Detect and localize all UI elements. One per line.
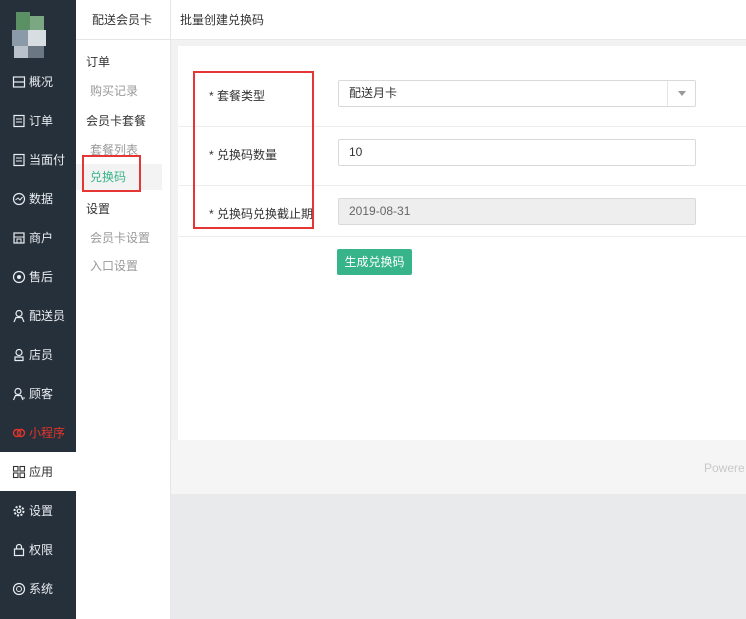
sidebar-item-label: 店员 [29,348,54,362]
data-icon [12,192,26,206]
order-icon [12,114,26,128]
sidebar-item-settings[interactable]: 设置 [0,491,76,530]
main-sidebar: 概况 订单 当面付 数据 商户 售后 配送员 店员 顾客 小程序 应用 设置 权… [0,0,76,619]
mini-program-icon [12,426,26,440]
generate-codes-button[interactable]: 生成兑换码 [337,249,412,275]
footer-band [171,440,746,494]
row-divider [178,236,746,237]
apps-icon [12,465,26,479]
courier-icon [12,309,26,323]
sidebar-item-overview[interactable]: 概况 [0,62,76,101]
sidebar-item-customer[interactable]: 顾客 [0,374,76,413]
deadline-input: 2019-08-31 [338,198,696,225]
sidebar-item-face-pay[interactable]: 当面付 [0,140,76,179]
submenu-title: 配送会员卡 [76,0,171,40]
overview-icon [12,75,26,89]
sidebar-item-system[interactable]: 系统 [0,569,76,608]
quantity-input[interactable]: 10 [338,139,696,166]
powered-by-text: Powere [704,461,745,475]
customer-icon [12,387,26,401]
sidebar-item-label: 权限 [29,543,54,557]
package-type-select[interactable]: 配送月卡 [338,80,696,107]
sidebar-item-store[interactable]: 商户 [0,218,76,257]
system-icon [12,582,26,596]
store-icon [12,231,26,245]
sidebar-item-clerk[interactable]: 店员 [0,335,76,374]
sidebar-item-courier[interactable]: 配送员 [0,296,76,335]
after-sales-icon [12,270,26,284]
submenu-group-orders: 订单 [86,55,111,69]
sidebar-item-data[interactable]: 数据 [0,179,76,218]
sidebar-item-mini-program[interactable]: 小程序 [0,413,76,452]
sidebar-item-apps[interactable]: 应用 [0,452,76,491]
page-header: 批量创建兑换码 [171,0,746,40]
sidebar-item-label: 售后 [29,270,54,284]
sidebar-item-orders[interactable]: 订单 [0,101,76,140]
sidebar-item-label: 系统 [29,582,54,596]
submenu-group-packages: 会员卡套餐 [86,114,147,128]
secondary-menu: 配送会员卡 订单 购买记录 会员卡套餐 套餐列表 兑换码 设置 会员卡设置 入口… [76,0,171,619]
submenu-item-purchase-records[interactable]: 购买记录 [90,82,138,99]
sidebar-item-permissions[interactable]: 权限 [0,530,76,569]
sidebar-item-label: 订单 [29,114,54,128]
avatar [10,8,50,60]
sidebar-item-label: 设置 [29,504,54,518]
face-pay-icon [12,153,26,167]
annotation-box-redeem [82,155,141,192]
sidebar-item-label: 当面付 [29,153,66,167]
submenu-item-entry-settings[interactable]: 入口设置 [90,257,138,274]
sidebar-item-label: 配送员 [29,309,66,323]
sidebar-item-label: 数据 [29,192,54,206]
sidebar-item-label: 商户 [29,231,54,245]
sidebar-item-label: 应用 [29,465,54,479]
sidebar-item-label: 概况 [29,75,54,89]
sidebar-item-label: 小程序 [29,426,66,440]
sidebar-item-label: 顾客 [29,387,54,401]
page-title: 批量创建兑换码 [180,13,265,27]
submenu-group-settings: 设置 [86,202,111,216]
lock-icon [12,543,26,557]
clerk-icon [12,348,26,362]
sidebar-item-after-sales[interactable]: 售后 [0,257,76,296]
gear-icon [12,504,26,518]
annotation-box-labels [193,71,314,229]
submenu-item-card-settings[interactable]: 会员卡设置 [90,229,150,246]
chevron-down-icon[interactable] [667,81,695,106]
bottom-area [171,494,746,619]
package-type-value: 配送月卡 [349,86,398,100]
